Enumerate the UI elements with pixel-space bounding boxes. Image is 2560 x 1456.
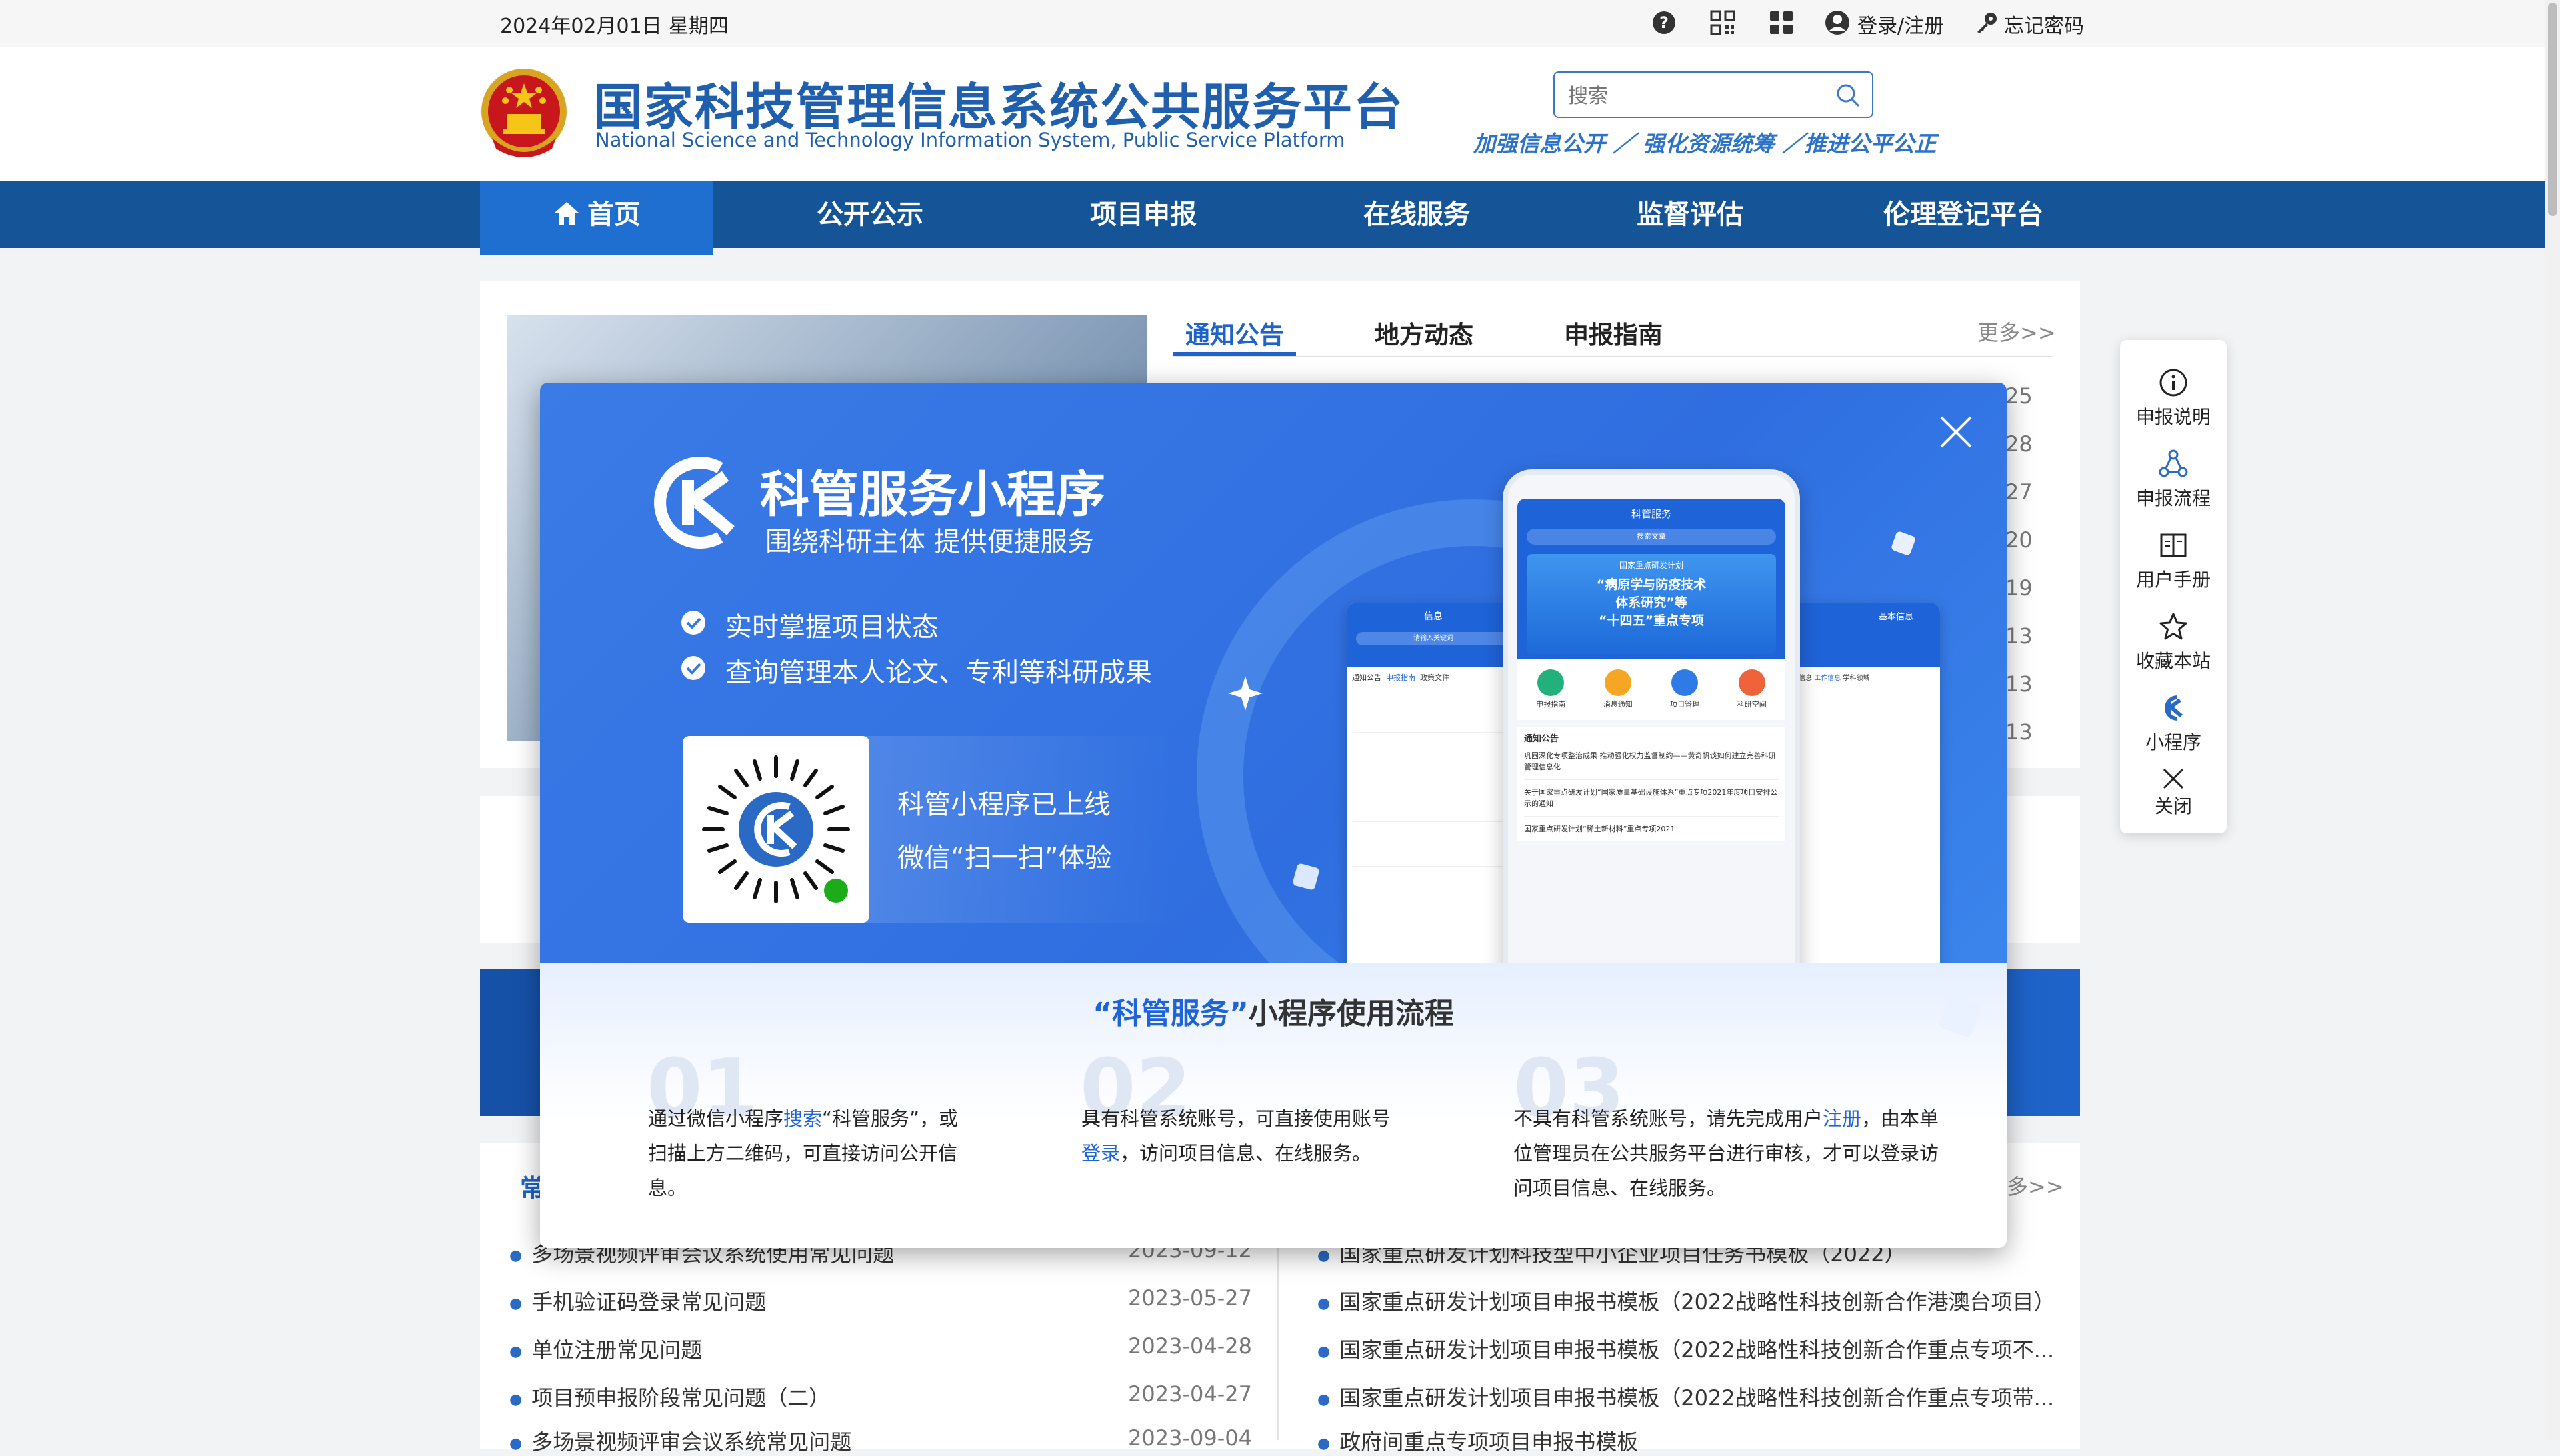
tab-divider (1173, 356, 2053, 357)
nav-home-label: 首页 (587, 199, 641, 230)
check-circle-icon (681, 656, 705, 680)
tab-active-underline (1173, 352, 1296, 356)
list-item-date: 2023-09-04 (1128, 1425, 1252, 1451)
news-date: 27 (2005, 479, 2033, 505)
key-icon (1977, 13, 1997, 33)
tab-application-guide[interactable]: 申报指南 (1564, 315, 1663, 351)
side-mini-program[interactable]: 小程序 (2120, 692, 2227, 755)
list-item[interactable]: ● 国家重点研发计划项目申报书模板（2022战略性科技创新合作港澳台项目） (1317, 1285, 2055, 1316)
side-float-toolbar: 申报说明 申报流程 用户手册 收藏本站 小程序 关闭 (2120, 340, 2227, 833)
phone-mockup-right: 基本信息 用户信息 工作信息 学科领域 (1780, 603, 1940, 976)
modal-subtitle: 围绕科研主体 提供便捷服务 (765, 527, 1094, 557)
list-item[interactable]: ● 国家重点研发计划项目申报书模板（2022战略性科技创新合作重点专项带... (1317, 1381, 2054, 1412)
side-application-notes[interactable]: 申报说明 (2120, 367, 2227, 429)
list-item-date: 2023-05-27 (1128, 1285, 1252, 1311)
tab-local-news[interactable]: 地方动态 (1375, 315, 1473, 351)
news-date: 13 (2005, 719, 2033, 745)
list-item[interactable]: ● 政府间重点专项项目申报书模板 (1317, 1425, 1638, 1456)
step-search-link[interactable]: 搜索 (783, 1107, 822, 1130)
news-date: 13 (2005, 623, 2033, 649)
step-2-text: 具有科管系统账号，可直接使用账号登录，访问项目信息、在线服务。 (1081, 1107, 1391, 1165)
list-item[interactable]: ● 手机验证码登录常见问题 (509, 1285, 766, 1316)
site-title: 国家科技管理信息系统公共服务平台 (593, 79, 1404, 136)
step-1-text: 通过微信小程序搜索“科管服务”，或扫描上方二维码，可直接访问公开信息。 (648, 1107, 959, 1199)
list-item-date: 2023-04-27 (1128, 1381, 1252, 1407)
phone-mockup-left: 信息 请输入关键词 通知公告 申报指南 政策文件 (1347, 603, 1520, 976)
feature-item: 实时掌握项目状态 (725, 612, 939, 643)
modal-close-icon[interactable] (1936, 412, 1976, 452)
side-bookmark[interactable]: 收藏本站 (2120, 611, 2227, 673)
nav-supervision[interactable]: 监督评估 (1577, 181, 1803, 248)
flow-icon (2159, 449, 2188, 477)
nav-project-application[interactable]: 项目申报 (1030, 181, 1257, 248)
qr-code-frame (683, 736, 869, 923)
step-register-link[interactable]: 注册 (1823, 1107, 1861, 1130)
qrcode-icon[interactable] (1709, 9, 1736, 36)
list-item-date: 2023-04-28 (1128, 1333, 1252, 1359)
faq-more-link[interactable]: 多>> (2007, 1170, 2064, 1201)
step-3-text: 不具有科管系统账号，请先完成用户注册，由本单位管理员在公共服务平台进行审核，才可… (1513, 1107, 1939, 1199)
nav-online-service[interactable]: 在线服务 (1303, 181, 1530, 248)
list-item[interactable]: ● 多场景视频评审会议系统常见问题 (509, 1425, 851, 1456)
scrollbar-thumb[interactable] (2548, 3, 2557, 216)
user-icon (1825, 11, 1849, 35)
feature-item: 查询管理本人论文、专利等科研成果 (725, 657, 1152, 688)
news-date: 20 (2005, 527, 2033, 553)
list-item[interactable]: ● 国家重点研发计划项目申报书模板（2022战略性科技创新合作重点专项不... (1317, 1333, 2054, 1364)
qr-line-2: 微信“扫一扫”体验 (897, 843, 1112, 873)
search-input[interactable] (1555, 73, 1835, 120)
list-item[interactable]: ● 项目预申报阶段常见问题（二） (509, 1381, 830, 1412)
side-user-manual[interactable]: 用户手册 (2120, 529, 2227, 592)
info-icon (2159, 369, 2187, 397)
apps-grid-icon[interactable] (1768, 9, 1795, 36)
list-item[interactable]: ● 单位注册常见问题 (509, 1333, 702, 1364)
mini-program-logo-icon (2165, 695, 2183, 721)
login-register-link[interactable]: 登录/注册 (1857, 9, 1944, 39)
site-slogan: 加强信息公开 ／ 强化资源统筹 ／推进公平公正 (1473, 131, 1937, 157)
faq-column-divider (1277, 1240, 1279, 1440)
manual-icon (2160, 533, 2187, 557)
step-login-link[interactable]: 登录 (1081, 1142, 1120, 1165)
news-date: 19 (2005, 575, 2033, 601)
mini-program-modal: 科管服务小程序 围绕科研主体 提供便捷服务 实时掌握项目状态 查询管理本人论文、… (540, 383, 2007, 1248)
news-date: 28 (2005, 431, 2033, 457)
qr-line-1: 科管小程序已上线 (897, 789, 1111, 820)
search-box (1553, 71, 1873, 120)
news-more-link[interactable]: 更多>> (1977, 316, 2056, 347)
top-bar: 2024年02月01日 星期四 ? 登录/注册 忘记密码 (0, 0, 2560, 47)
page-scrollbar[interactable] (2545, 0, 2560, 1440)
news-date: 13 (2005, 671, 2033, 697)
search-icon[interactable] (1835, 82, 1861, 109)
flow-title: “科管服务”小程序使用流程 (1093, 997, 1454, 1031)
decorative-cube (1890, 530, 1917, 557)
main-nav: 首页 公开公示 项目申报 在线服务 监督评估 伦理登记平台 (0, 181, 2560, 255)
svg-text:?: ? (1659, 13, 1669, 32)
nav-public-notice[interactable]: 公开公示 (757, 181, 983, 248)
modal-title: 科管服务小程序 (760, 466, 1105, 523)
news-date: 25 (2005, 383, 2033, 409)
tab-notices[interactable]: 通知公告 (1185, 315, 1284, 351)
nav-ethics-platform[interactable]: 伦理登记平台 (1850, 181, 2077, 248)
help-icon[interactable]: ? (1651, 9, 1677, 36)
nav-home[interactable]: 首页 (480, 181, 713, 255)
check-circle-icon (681, 611, 705, 635)
star-icon (2159, 613, 2187, 640)
side-close[interactable]: 关闭 (2120, 767, 2227, 819)
phone-mockup-main: 科管服务 搜索文章 国家重点研发计划 “病原学与防疫技术 体系研究”等 “十四五… (1503, 469, 1800, 1013)
kg-service-logo-icon (654, 457, 735, 549)
close-icon (2163, 768, 2184, 789)
mini-program-qr-code (702, 755, 850, 903)
modal-promo-area: 科管服务小程序 围绕科研主体 提供便捷服务 实时掌握项目状态 查询管理本人论文、… (540, 383, 2007, 1013)
home-icon (555, 202, 579, 225)
site-subtitle: National Science and Technology Informat… (595, 129, 1345, 151)
side-application-flow[interactable]: 申报流程 (2120, 448, 2227, 511)
current-date: 2024年02月01日 (500, 15, 662, 38)
forgot-password-link[interactable]: 忘记密码 (2004, 9, 2084, 39)
national-emblem-logo (481, 69, 567, 157)
site-header: 国家科技管理信息系统公共服务平台 National Science and Te… (0, 47, 2560, 181)
current-weekday: 星期四 (669, 15, 729, 38)
